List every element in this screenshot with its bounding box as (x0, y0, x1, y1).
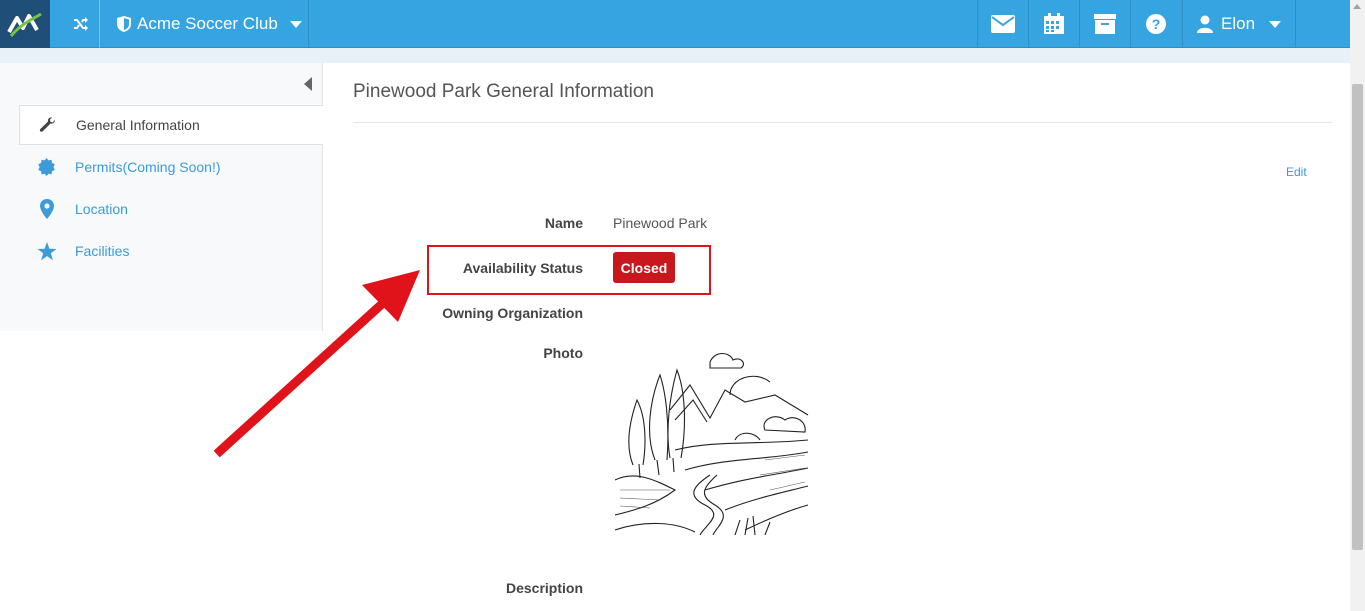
calendar-icon (1044, 13, 1064, 34)
sidebar-item-label: Permits(Coming Soon!) (75, 159, 221, 175)
switch-org-button[interactable] (62, 0, 100, 48)
owning-organization-label: Owning Organization (442, 305, 583, 321)
sidebar-item-label: General Information (76, 117, 200, 133)
sidebar-item-label: Location (75, 201, 128, 217)
scroll-up-icon[interactable] (1353, 4, 1361, 9)
map-marker-icon (19, 199, 75, 219)
sidebar-item-label: Facilities (75, 243, 130, 259)
archive-button[interactable] (1079, 0, 1130, 48)
app-logo[interactable] (0, 0, 50, 48)
collapse-sidebar-icon[interactable] (304, 77, 312, 91)
envelope-icon (991, 15, 1015, 33)
photo-label: Photo (543, 345, 583, 361)
divider (353, 122, 1332, 123)
sidebar-item-general-information[interactable]: General Information (19, 105, 323, 145)
edit-link[interactable]: Edit (1286, 165, 1307, 179)
shield-icon (117, 16, 131, 32)
logo-icon (7, 12, 42, 37)
wrench-icon (20, 116, 76, 134)
org-name: Acme Soccer Club (137, 14, 278, 33)
help-button[interactable]: ? (1130, 0, 1181, 48)
description-label: Description (505, 580, 583, 596)
help-icon: ? (1146, 14, 1166, 34)
badge-icon (19, 158, 75, 176)
name-value: Pinewood Park (613, 215, 708, 231)
sub-header-strip (0, 48, 1350, 63)
user-menu[interactable]: Elon (1182, 0, 1296, 48)
shuffle-icon (73, 17, 88, 31)
sidebar-item-facilities[interactable]: Facilities (19, 231, 323, 271)
calendar-button[interactable] (1028, 0, 1079, 48)
sidebar-item-location[interactable]: Location (19, 189, 323, 229)
park-photo (615, 340, 810, 535)
chevron-down-icon (289, 20, 302, 28)
scrollbar-thumb[interactable] (1352, 84, 1363, 550)
messages-button[interactable] (977, 0, 1028, 48)
top-navbar: Acme Soccer Club ? Elon (0, 0, 1350, 48)
svg-text:?: ? (1152, 16, 1161, 32)
highlight-box (427, 245, 711, 295)
name-label: Name (544, 215, 583, 231)
star-icon (19, 241, 75, 261)
user-icon (1197, 15, 1213, 33)
org-dropdown[interactable]: Acme Soccer Club (106, 0, 309, 48)
chevron-down-icon (1269, 20, 1282, 28)
page-title: Pinewood Park General Information (353, 81, 654, 102)
sidebar-item-permits[interactable]: Permits(Coming Soon!) (19, 147, 323, 187)
user-name: Elon (1221, 14, 1256, 33)
archive-icon (1094, 14, 1116, 34)
